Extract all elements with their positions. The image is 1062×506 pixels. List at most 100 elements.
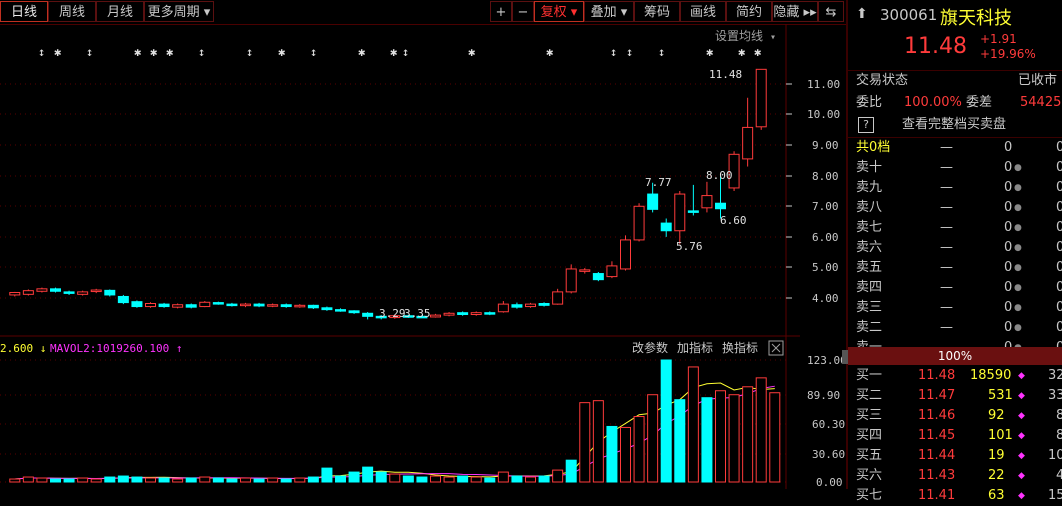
candle-body bbox=[117, 295, 129, 304]
buy-dot-icon: ◆ bbox=[1018, 471, 1025, 481]
sell-tail: 0 bbox=[1056, 320, 1062, 335]
buy-row[interactable]: 买三 11.46 92 ◆ 8 bbox=[848, 406, 1062, 426]
sell-row[interactable]: 卖二 —0 ● 0 bbox=[848, 318, 1062, 338]
trade-status-row: 交易状态 已收市 bbox=[848, 71, 1062, 91]
buy-row[interactable]: 买二 11.47 531 ◆ 33 bbox=[848, 386, 1062, 406]
sell-row[interactable]: 卖五 —0 ● 0 bbox=[848, 258, 1062, 278]
sell-row[interactable]: 卖七 —0 ● 0 bbox=[848, 218, 1062, 238]
tab-monthly[interactable]: 月线 bbox=[96, 1, 144, 22]
set-ma-arrow[interactable]: ▾ bbox=[770, 32, 776, 43]
tab-weekly[interactable]: 周线 bbox=[48, 1, 96, 22]
volume-bar bbox=[36, 477, 48, 483]
vol-switch-indicator[interactable]: 换指标 bbox=[722, 340, 758, 355]
event-marker-icon: ✱ bbox=[54, 45, 61, 59]
trade-status-value: 已收市 bbox=[1018, 73, 1058, 88]
volume-bar bbox=[416, 476, 428, 483]
sell-row[interactable]: 卖三 —0 ● 0 bbox=[848, 298, 1062, 318]
sell-tail: 0 bbox=[1056, 200, 1062, 215]
sell-label: 卖二 bbox=[856, 320, 883, 335]
candle-body bbox=[199, 301, 211, 308]
label-c: 6.60 bbox=[720, 214, 747, 227]
sell-volume: 0 bbox=[1004, 280, 1013, 295]
sell-price: — bbox=[940, 140, 953, 155]
buy-volume: 18590 bbox=[970, 368, 1012, 383]
zoom-out-button[interactable]: − bbox=[512, 1, 534, 22]
volume-bar bbox=[172, 478, 184, 483]
volume-bar bbox=[307, 476, 319, 483]
candle-body bbox=[294, 304, 306, 308]
kline-chart[interactable]: ↕ ✱ ↕ ✱ ✱ ✱ ↕ ↕ ✱ ↕ ✱ ✱ ↕ ✱ ✱ ↕ ↕ ↕ ✱ ✱ ✱ 设置均线 ▾ 11.00 10.00… bbox=[0, 24, 846, 489]
sell-label: 卖七 bbox=[856, 220, 883, 235]
chips-button[interactable]: 筹码 bbox=[634, 1, 680, 22]
window-toggle-button[interactable]: ⇆ bbox=[818, 1, 844, 22]
sell-volume: 0 bbox=[1004, 140, 1013, 155]
candle-body bbox=[579, 269, 591, 272]
sell-label: 卖十 bbox=[856, 160, 883, 175]
vol-edit-params[interactable]: 改参数 bbox=[632, 340, 668, 355]
sell-dot-icon: ● bbox=[1014, 163, 1022, 173]
event-marker-icon: ↕ bbox=[246, 45, 253, 59]
volume-bar bbox=[280, 478, 292, 483]
sell-tail: 0 bbox=[1056, 300, 1062, 315]
help-icon[interactable]: ? bbox=[858, 117, 874, 133]
candle-body bbox=[22, 290, 34, 295]
volume-bar bbox=[63, 478, 75, 483]
sell-row[interactable]: 共0档 — 0 0 bbox=[848, 138, 1062, 158]
volume-bar bbox=[375, 471, 387, 483]
sell-row[interactable]: 卖四 —0 ● 0 bbox=[848, 278, 1062, 298]
label-f: 3.35 bbox=[404, 307, 431, 320]
adjust-button[interactable]: 复权 ▾ bbox=[534, 1, 584, 22]
candle-body bbox=[660, 222, 672, 232]
full-book-row[interactable]: ? 查看完整档买卖盘 bbox=[848, 115, 1062, 138]
stock-change-pct: +19.96% bbox=[980, 47, 1036, 61]
tab-daily[interactable]: 日线 bbox=[0, 1, 48, 22]
volume-bar bbox=[484, 477, 496, 483]
draw-line-button[interactable]: 画线 bbox=[680, 1, 726, 22]
candle-body bbox=[335, 309, 346, 312]
sell-dot-icon: ● bbox=[1014, 183, 1022, 193]
trade-status-label: 交易状态 bbox=[856, 73, 909, 88]
panel-collapse-handle[interactable] bbox=[842, 350, 848, 364]
sell-row[interactable]: 卖十 —0 ● 0 bbox=[848, 158, 1062, 178]
more-periods-dropdown[interactable]: 更多周期 ▾ bbox=[144, 1, 214, 22]
label-e: 3.29 bbox=[379, 307, 406, 320]
buy-row[interactable]: 买四 11.45 101 ◆ 8 bbox=[848, 426, 1062, 446]
sell-tail: 0 bbox=[1056, 220, 1062, 235]
zoom-in-button[interactable]: + bbox=[490, 1, 512, 22]
vol-close-icon[interactable] bbox=[768, 340, 784, 356]
event-marker-icon: ✱ bbox=[738, 45, 745, 59]
vol-add-indicator[interactable]: 加指标 bbox=[677, 340, 713, 355]
label-d: 5.76 bbox=[676, 240, 703, 253]
candle-body bbox=[226, 303, 238, 307]
candle-body bbox=[240, 303, 251, 307]
vol-tick-30: 30.60 bbox=[812, 448, 845, 461]
candle-body bbox=[36, 288, 48, 292]
set-ma-link[interactable]: 设置均线 bbox=[715, 29, 763, 43]
buy-row[interactable]: 买六 11.43 22 ◆ 4 bbox=[848, 466, 1062, 486]
full-book-link[interactable]: 查看完整档买卖盘 bbox=[902, 115, 1006, 135]
volume-bar bbox=[430, 475, 441, 483]
volume-bar bbox=[592, 400, 604, 483]
event-marker-icon: ✱ bbox=[706, 45, 713, 59]
sell-row[interactable]: 卖六 —0 ● 0 bbox=[848, 238, 1062, 258]
simple-mode-button[interactable]: 简约 bbox=[726, 1, 772, 22]
hide-button[interactable]: 隐藏 ▸▸ bbox=[772, 1, 818, 22]
event-marker-icon: ✱ bbox=[134, 45, 141, 59]
candle-body bbox=[158, 303, 170, 308]
sell-row[interactable]: 卖八 —0 ● 0 bbox=[848, 198, 1062, 218]
event-marker-icon: ↕ bbox=[610, 45, 617, 59]
volume-bar bbox=[199, 476, 211, 483]
sell-row[interactable]: 卖九 —0 ● 0 bbox=[848, 178, 1062, 198]
ratio-diff-label: 委差 bbox=[966, 95, 993, 110]
candle-body bbox=[321, 307, 333, 311]
buy-row[interactable]: 买一 11.48 18590 ◆ 32 bbox=[848, 366, 1062, 386]
buy-row[interactable]: 买七 11.41 63 ◆ 15 bbox=[848, 486, 1062, 506]
event-marker-icon: ↕ bbox=[86, 45, 93, 59]
overlay-button[interactable]: 叠加 ▾ bbox=[584, 1, 634, 22]
sell-dot-icon: ● bbox=[1014, 243, 1022, 253]
up-arrow-icon[interactable]: ⬆ bbox=[856, 6, 868, 22]
volume-bar bbox=[715, 390, 726, 483]
buy-price: 11.46 bbox=[918, 408, 956, 423]
buy-row[interactable]: 买五 11.44 19 ◆ 10 bbox=[848, 446, 1062, 466]
candle-body bbox=[362, 312, 374, 317]
